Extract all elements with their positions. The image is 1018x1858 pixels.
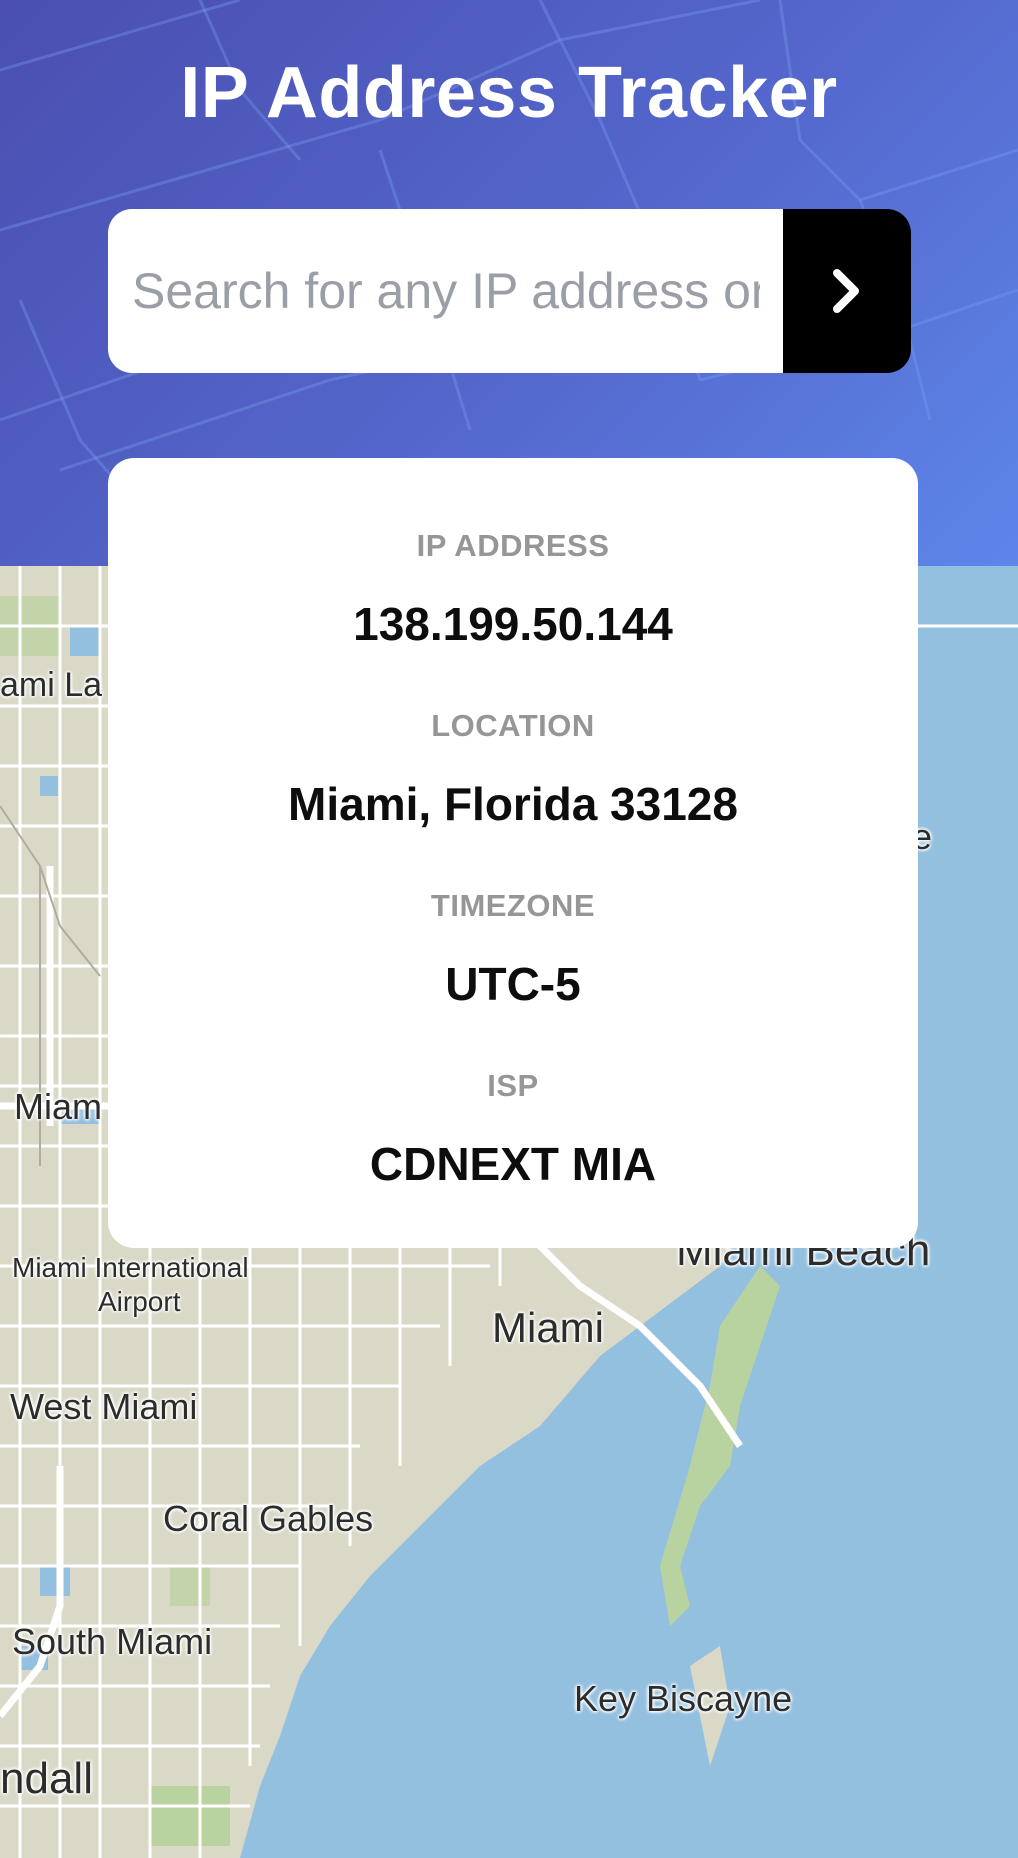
search-bar <box>108 209 911 373</box>
map-label-miami-springs: Miam <box>14 1086 102 1127</box>
timezone-value: UTC-5 <box>445 958 581 1010</box>
map-label-miami-lakes: ami La <box>0 666 103 704</box>
map-label-miami: Miami <box>492 1304 604 1351</box>
map-label-coral-gables: Coral Gables <box>163 1498 374 1539</box>
map-label-key-biscayne: Key Biscayne <box>574 1678 793 1719</box>
location-value: Miami, Florida 33128 <box>288 778 738 830</box>
ip-info-card: IP ADDRESS 138.199.50.144 LOCATION Miami… <box>108 458 918 1248</box>
search-input[interactable] <box>108 209 784 373</box>
page-title: IP Address Tracker <box>180 53 838 133</box>
isp-value: CDNEXT MIA <box>369 1138 657 1190</box>
search-submit-button[interactable] <box>783 209 911 373</box>
ip-address-label: IP ADDRESS <box>416 528 610 563</box>
location-label: LOCATION <box>431 708 595 743</box>
map-label-airport: Miami International <box>12 1252 249 1283</box>
map-label-south-miami: South Miami <box>12 1621 213 1662</box>
map-label-west-miami: West Miami <box>10 1386 198 1427</box>
ip-address-value: 138.199.50.144 <box>353 598 673 650</box>
timezone-label: TIMEZONE <box>430 888 596 923</box>
map-label-airport-line2: Airport <box>98 1286 181 1317</box>
chevron-right-icon <box>833 269 859 313</box>
isp-label: ISP <box>487 1068 539 1103</box>
map-label-kendall: ndall <box>0 1754 93 1803</box>
